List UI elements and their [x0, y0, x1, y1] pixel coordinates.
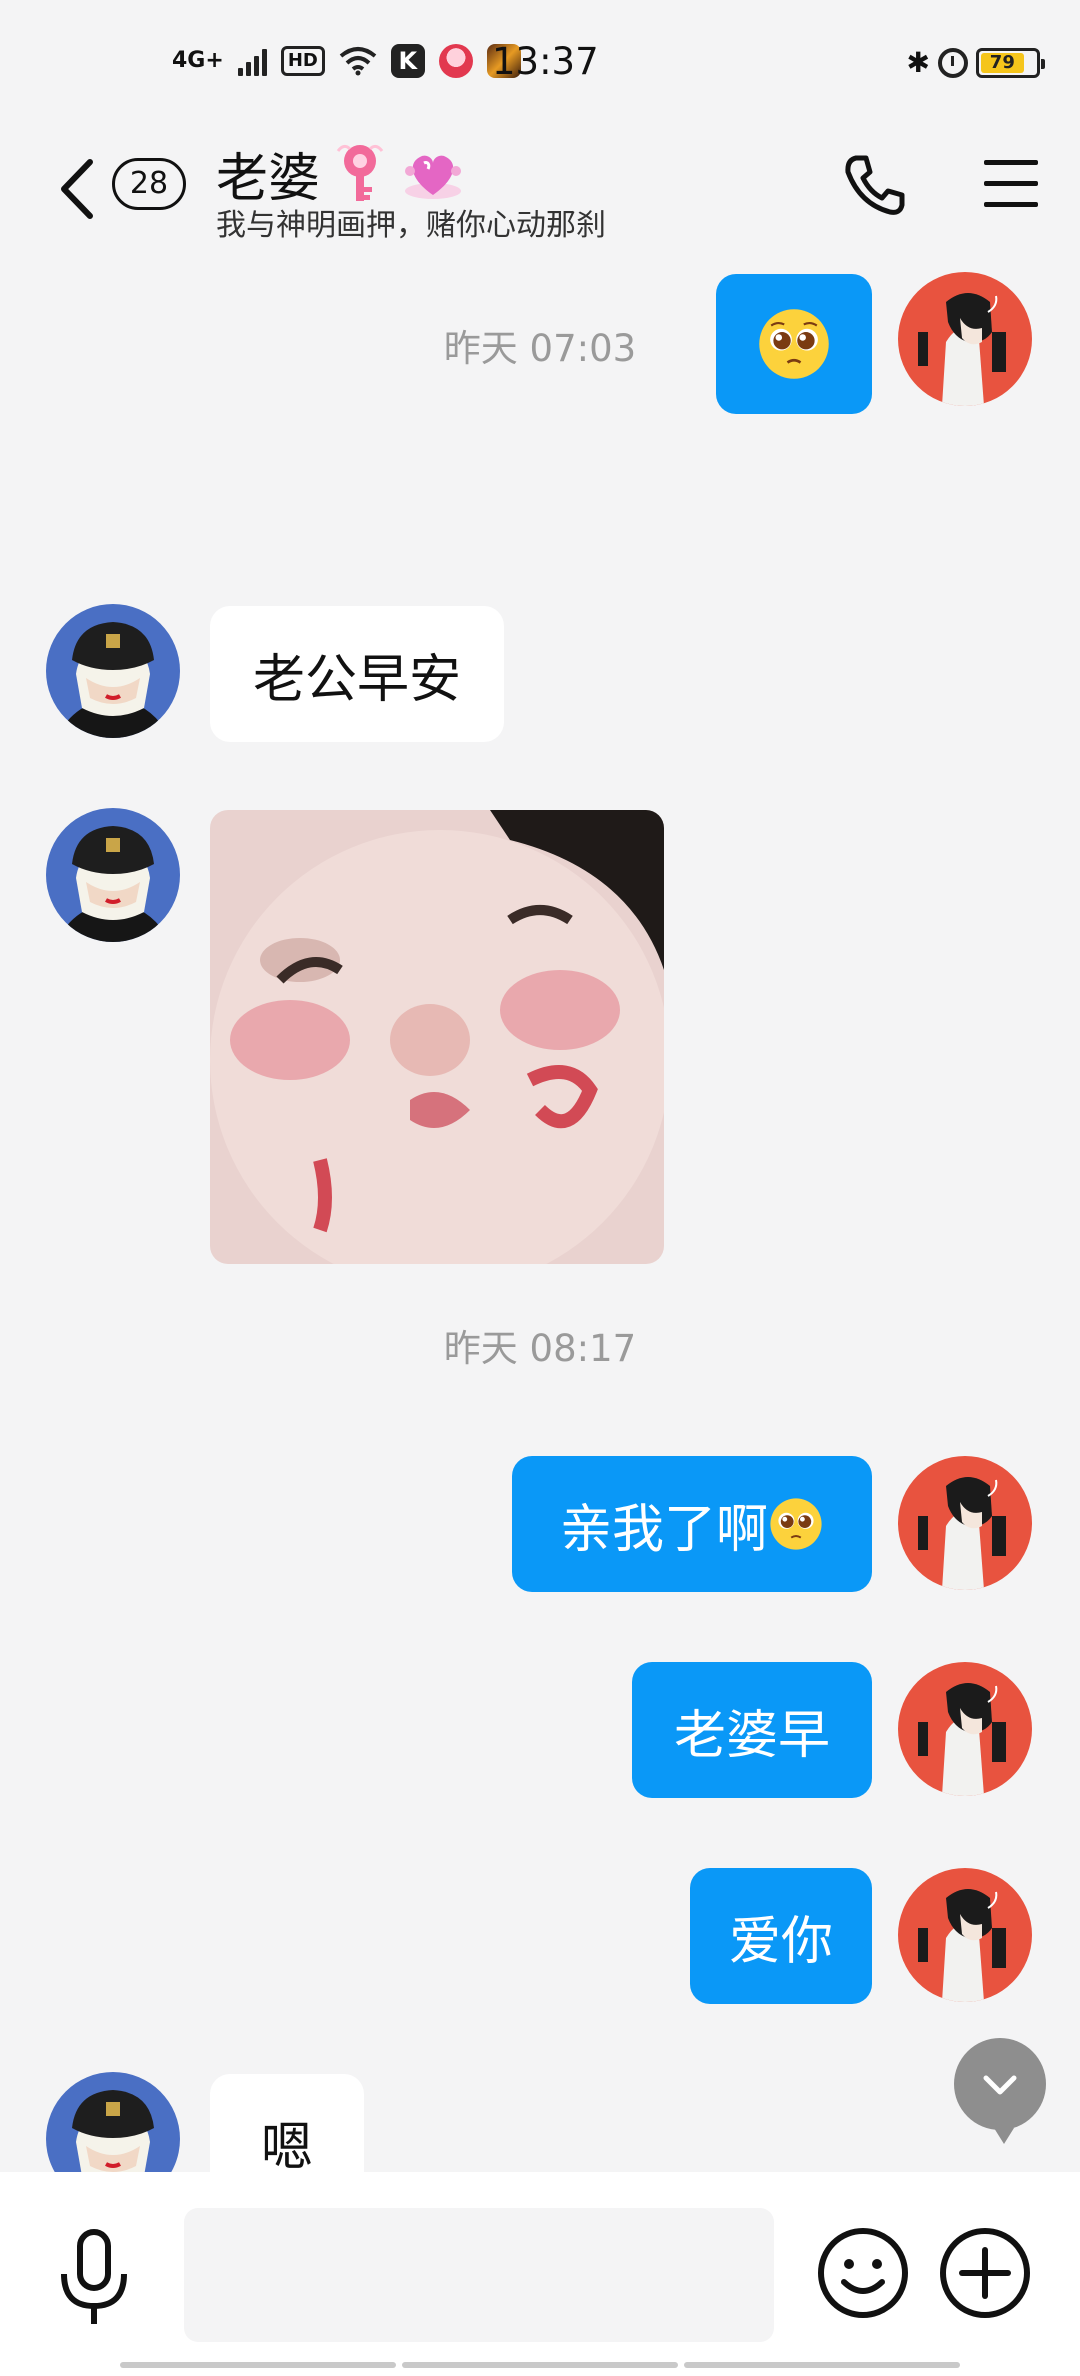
battery-level: 79 [981, 52, 1024, 73]
network-type: 4G+ [172, 48, 224, 73]
message-timestamp: 昨天 08:17 [443, 1327, 637, 1370]
heart-badge-icon [405, 155, 462, 199]
status-icons-right: ✱ 79 [906, 46, 1045, 79]
smile-icon[interactable] [816, 2226, 910, 2320]
pleading-face-emoji [770, 1498, 822, 1550]
my-avatar[interactable] [898, 1662, 1032, 1796]
contact-avatar-image [46, 808, 180, 942]
message-text: 老公早安 [252, 649, 461, 710]
baby-photo[interactable] [210, 810, 664, 1264]
phone-icon[interactable] [842, 152, 908, 218]
message-text: 嗯 [260, 2117, 313, 2173]
chevron-down-icon [983, 2075, 1017, 2095]
message-list[interactable]: 昨天 07:03 老公早安 昨天 08:17 亲我了啊 老婆早 爱你 嗯 [0, 250, 1080, 2172]
bluetooth-icon: ✱ [906, 46, 930, 79]
chevron-left-icon[interactable] [52, 154, 102, 224]
app-icon [438, 44, 473, 78]
key-badge-icon [336, 144, 384, 201]
signal-icon [237, 46, 267, 76]
my-avatar-image [898, 1662, 1032, 1796]
home-indicator [120, 2362, 960, 2368]
status-bar: 4G+ HD K 13:37 ✱ 79 [0, 0, 1080, 130]
my-avatar[interactable] [898, 1868, 1032, 2002]
message-timestamp: 昨天 07:03 [443, 327, 637, 370]
baby-photo-image [210, 810, 664, 1264]
message-text: 亲我了啊 [559, 1499, 768, 1560]
contact-avatar[interactable] [46, 808, 180, 942]
message-bubble-outgoing[interactable]: 老婆早 [632, 1662, 872, 1798]
alarm-icon [938, 47, 968, 78]
microphone-icon[interactable] [56, 2228, 132, 2328]
battery-icon: 79 [976, 47, 1045, 78]
contact-avatar[interactable] [46, 604, 180, 738]
message-bubble-outgoing[interactable]: 亲我了啊 [512, 1456, 872, 1592]
message-bubble-incoming[interactable]: 嗯 [210, 2074, 364, 2172]
my-avatar-image [898, 1868, 1032, 2002]
contact-signature: 我与神明画押，赌你心动那刹 [216, 208, 606, 243]
message-text: 爱你 [728, 1911, 833, 1972]
message-bubble-outgoing[interactable]: 爱你 [690, 1868, 872, 2004]
contact-avatar-image [46, 2072, 180, 2172]
contact-avatar[interactable] [46, 2072, 180, 2172]
my-avatar-image [898, 1456, 1032, 1590]
my-avatar[interactable] [898, 1456, 1032, 1590]
plus-icon[interactable] [938, 2226, 1032, 2320]
message-bubble-incoming[interactable]: 老公早安 [210, 606, 504, 742]
clock: 13:37 [492, 40, 599, 83]
input-bar [0, 2172, 1080, 2376]
message-text: 老婆早 [673, 1705, 830, 1766]
menu-icon[interactable] [982, 156, 1040, 212]
message-input[interactable] [184, 2208, 774, 2342]
hd-icon: HD [280, 46, 325, 76]
k-app-icon: K [390, 44, 425, 78]
wifi-icon [339, 47, 377, 76]
chat-header: 28 老婆 我与神明画押，赌你心动那刹 [0, 130, 1080, 250]
unread-count-badge[interactable]: 28 [112, 158, 186, 210]
scroll-to-bottom-button[interactable] [954, 2038, 1046, 2144]
status-icons-left: 4G+ HD K [172, 44, 521, 78]
contact-avatar-image [46, 604, 180, 738]
